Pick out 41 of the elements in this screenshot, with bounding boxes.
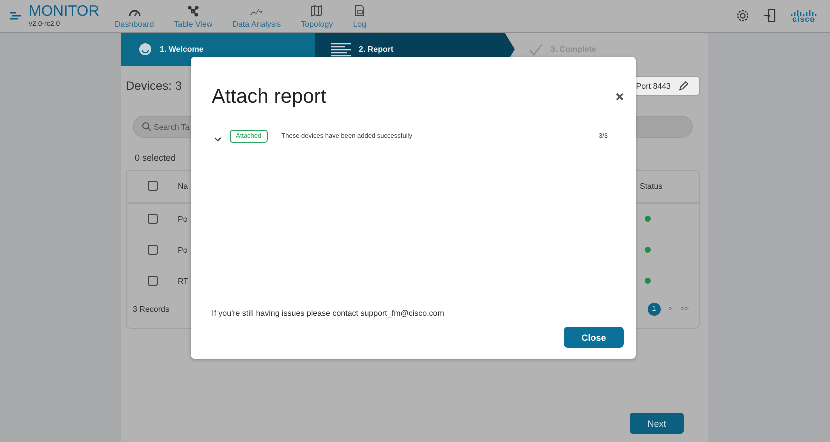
gauge-icon xyxy=(128,9,141,17)
table-cell-text: Po xyxy=(178,246,189,255)
checkbox[interactable] xyxy=(148,214,158,224)
selected-count: 0 selected xyxy=(135,153,178,163)
app-title: MONITOR xyxy=(29,4,101,20)
nav-item[interactable]: Dashboard xyxy=(107,3,162,29)
logout-icon[interactable] xyxy=(764,9,776,23)
nav-item[interactable]: Log xyxy=(345,3,375,29)
devices-title: Devices: 3 xyxy=(126,79,182,93)
column-header: Na xyxy=(178,182,190,191)
checkbox[interactable] xyxy=(148,276,158,286)
chevron-icon[interactable] xyxy=(214,136,222,142)
search-placeholder: Search Ta xyxy=(154,122,190,132)
check-icon xyxy=(529,44,543,56)
table-cell-text: RT xyxy=(178,276,190,286)
help-text: If you're still having issues please contact support_fm@cisco.com xyxy=(212,309,446,318)
document-icon xyxy=(354,5,365,17)
logo-bars-icon xyxy=(790,8,818,16)
step-label: 1. Welcome xyxy=(160,45,204,54)
table-cell-text: Po xyxy=(178,214,189,224)
checkbox[interactable] xyxy=(148,181,158,192)
records-count: 3 Records xyxy=(133,304,170,314)
report-lines-icon xyxy=(331,42,351,56)
line-chart-icon xyxy=(250,9,264,17)
step-label: 2. Report xyxy=(359,45,394,54)
settings-icon[interactable] xyxy=(736,9,750,23)
nav-item[interactable]: Data Analysis xyxy=(224,3,290,29)
network-icon xyxy=(188,6,199,17)
step-icon xyxy=(139,43,152,56)
next-button[interactable]: Next xyxy=(630,413,684,434)
nav-item[interactable]: Topology xyxy=(293,3,342,29)
pencil-icon xyxy=(679,81,689,91)
cisco-logo: cisco xyxy=(790,8,818,24)
column-header: Status xyxy=(640,182,664,191)
search-icon xyxy=(142,122,152,132)
menu-icon[interactable] xyxy=(10,12,21,20)
checkbox[interactable] xyxy=(148,245,158,256)
nav-item[interactable]: Table View xyxy=(166,3,221,29)
dialog-title: Attach report xyxy=(212,85,327,109)
book-icon xyxy=(311,5,324,17)
close-button[interactable]: Close xyxy=(564,327,624,348)
